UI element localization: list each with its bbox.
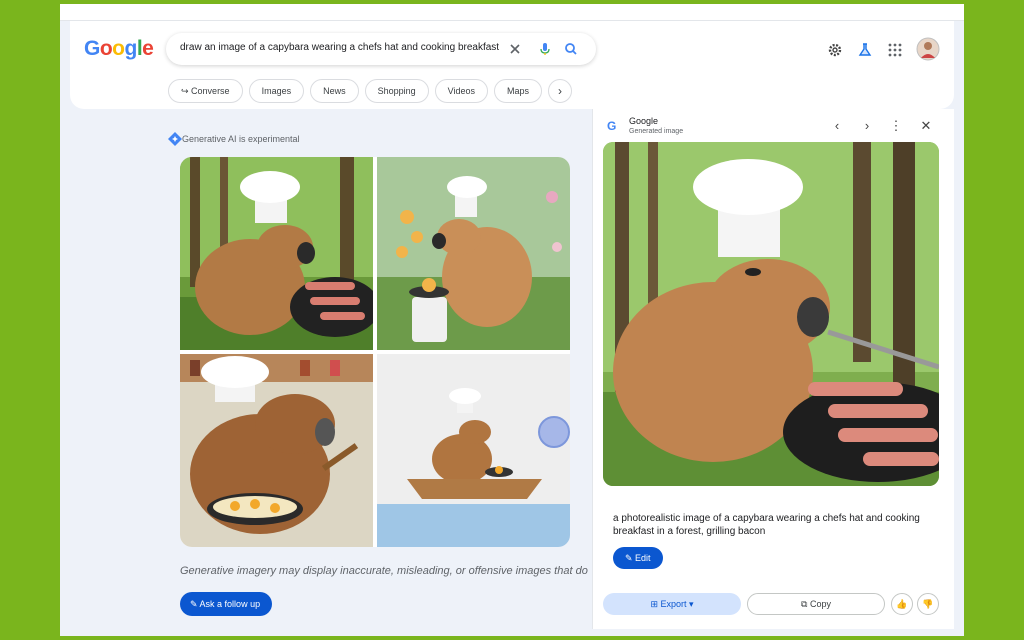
pencil-icon: ✎ bbox=[625, 553, 636, 563]
chevron-right-icon[interactable]: › bbox=[548, 79, 573, 103]
logo-letter: G bbox=[84, 37, 100, 60]
logo-letter: g bbox=[124, 37, 138, 60]
thumbs-up-icon[interactable]: 👍 bbox=[891, 593, 913, 615]
export-label: Export bbox=[660, 599, 687, 609]
settings-gear-icon[interactable] bbox=[826, 41, 844, 59]
return-arrow-icon: ↪ bbox=[181, 86, 192, 96]
chip-label: Converse bbox=[191, 86, 230, 96]
chevron-left-icon[interactable]: ‹ bbox=[827, 116, 847, 136]
labs-flask-icon[interactable] bbox=[856, 41, 874, 59]
panel-subtitle: Generated image bbox=[629, 128, 684, 135]
chip-maps[interactable]: Maps bbox=[494, 79, 543, 103]
clear-icon[interactable] bbox=[506, 40, 524, 58]
thumbs-down-icon[interactable]: 👎 bbox=[917, 593, 939, 615]
more-vert-icon[interactable]: ⋮ bbox=[886, 116, 906, 136]
copy-button[interactable]: ⧉ Copy bbox=[747, 593, 885, 615]
pencil-icon: ✎ bbox=[190, 599, 200, 609]
logo-letter: o bbox=[112, 37, 125, 60]
chip-converse[interactable]: ↪ Converse bbox=[168, 79, 243, 103]
apps-grid-icon[interactable] bbox=[886, 41, 904, 59]
image-caption: a photorealistic image of a capybara wea… bbox=[613, 513, 920, 537]
edit-label: Edit bbox=[635, 553, 651, 563]
google-logo[interactable]: Google bbox=[84, 37, 154, 61]
generated-image-3[interactable] bbox=[180, 354, 373, 547]
search-header: Google draw an image of a capybara weari… bbox=[70, 21, 954, 109]
panel-source: Google bbox=[629, 116, 659, 126]
chip-shopping[interactable]: Shopping bbox=[364, 79, 429, 103]
ask-follow-up-button[interactable]: ✎ Ask a follow up bbox=[180, 592, 273, 616]
chip-news[interactable]: News bbox=[310, 79, 359, 103]
results-area: Generative AI is experimental Generative… bbox=[70, 109, 590, 629]
disclaimer-text: Generative imagery may display inaccurat… bbox=[180, 565, 588, 577]
copy-icon: ⧉ bbox=[801, 599, 810, 609]
sparkle-icon bbox=[168, 132, 182, 146]
search-box[interactable]: draw an image of a capybara wearing a ch… bbox=[166, 33, 596, 65]
dropdown-caret-icon: ▾ bbox=[686, 599, 694, 609]
followup-label: Ask a follow up bbox=[199, 599, 261, 609]
search-icon[interactable] bbox=[562, 40, 580, 58]
generated-image-1[interactable] bbox=[180, 157, 373, 350]
chevron-right-icon[interactable]: › bbox=[857, 116, 877, 136]
chip-images[interactable]: Images bbox=[248, 79, 305, 103]
avatar[interactable] bbox=[916, 37, 940, 61]
selected-generated-image[interactable] bbox=[603, 142, 939, 486]
filter-chips: ↪ Converse Images News Shopping Videos M… bbox=[168, 79, 573, 103]
generated-image-grid bbox=[180, 157, 570, 547]
close-icon[interactable]: ✕ bbox=[916, 116, 936, 136]
chip-videos[interactable]: Videos bbox=[434, 79, 489, 103]
search-input[interactable]: draw an image of a capybara wearing a ch… bbox=[180, 42, 499, 53]
edit-button[interactable]: ✎ Edit bbox=[613, 547, 663, 569]
google-g-icon: G bbox=[607, 119, 617, 133]
generated-image-2[interactable] bbox=[377, 157, 570, 350]
microphone-icon[interactable] bbox=[536, 40, 554, 58]
export-button[interactable]: ⊞ Export ▾ bbox=[603, 593, 741, 615]
logo-letter: e bbox=[142, 37, 154, 60]
generated-image-4[interactable] bbox=[377, 354, 570, 547]
ai-experimental-label: Generative AI is experimental bbox=[182, 134, 300, 144]
logo-letter: o bbox=[99, 37, 113, 60]
export-icon: ⊞ bbox=[650, 599, 661, 609]
browser-screen: Google draw an image of a capybara weari… bbox=[60, 4, 964, 636]
copy-label: Copy bbox=[809, 599, 831, 609]
image-detail-panel: G Google Generated image ‹ › ⋮ ✕ a photo… bbox=[592, 109, 954, 629]
